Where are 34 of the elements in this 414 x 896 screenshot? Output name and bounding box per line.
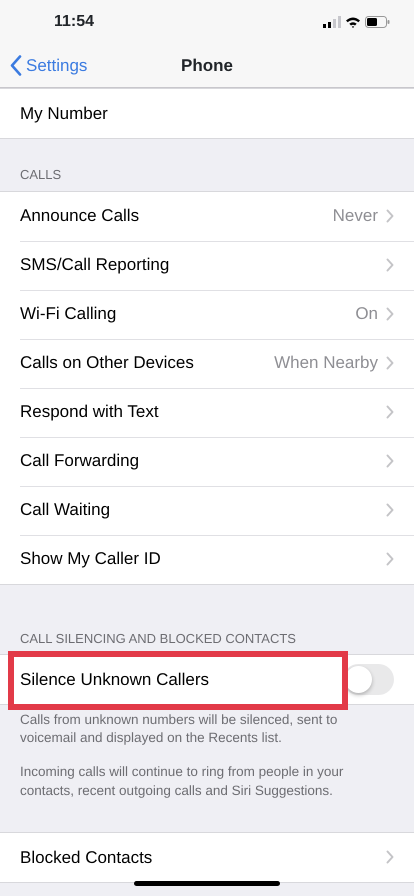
chevron-right-icon (386, 552, 394, 566)
row-label: SMS/Call Reporting (20, 254, 170, 276)
row-label: Calls on Other Devices (20, 352, 194, 374)
row-label: Show My Caller ID (20, 548, 161, 570)
signal-icon (323, 16, 341, 28)
time-text: 11:54 (54, 12, 94, 32)
settings-row[interactable]: My Number (0, 89, 414, 138)
chevron-right-icon (386, 258, 394, 272)
row-label: Wi-Fi Calling (20, 303, 116, 326)
row-label: Call Forwarding (20, 450, 140, 472)
footer-text: Calls from unknown numbers will be silenced, sent to voicemail and displayed on the Recents list. (20, 711, 338, 748)
row-value: Never (332, 205, 378, 228)
wifi-icon (345, 16, 361, 28)
page-title: Phone (181, 55, 233, 76)
row-label: Blocked Contacts (20, 846, 152, 869)
chevron-right-icon (386, 503, 394, 517)
footer-text: Incoming calls will continue to ring from people in your contacts, recent outgoing calls and Siri Suggestions. (20, 763, 344, 800)
chevron-left-icon (10, 55, 22, 76)
row-value: On (355, 303, 378, 326)
row-label: Respond with Text (20, 401, 159, 424)
back-button[interactable]: Settings (0, 52, 88, 78)
chevron-right-icon (386, 356, 394, 370)
row-label: Silence Unknown Callers (20, 668, 209, 691)
section-header: CALL SILENCING AND BLOCKED CONTACTS (19, 630, 297, 648)
row-label: Call Waiting (20, 499, 110, 522)
chevron-right-icon (386, 209, 394, 223)
chevron-right-icon (386, 850, 394, 864)
chevron-right-icon (386, 454, 394, 468)
row-label: Announce Calls (20, 205, 140, 228)
battery-icon (365, 16, 390, 28)
section-header: CALLS (19, 166, 62, 184)
row-value: When Nearby (274, 352, 378, 374)
chevron-right-icon (386, 307, 394, 321)
chevron-right-icon (386, 405, 394, 419)
